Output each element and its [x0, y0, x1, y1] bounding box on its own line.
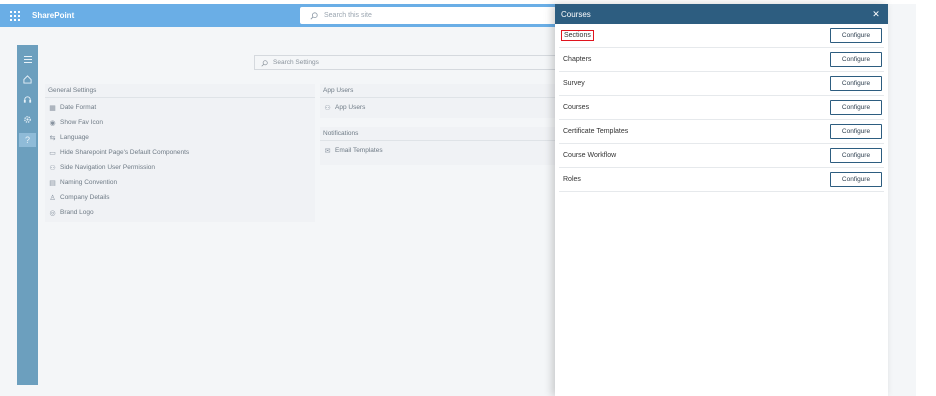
window-icon: ▭	[49, 149, 56, 157]
setting-brand-logo[interactable]: ◎ Brand Logo	[45, 205, 315, 220]
home-icon[interactable]	[22, 73, 34, 85]
setting-language[interactable]: ⇆ Language	[45, 130, 315, 145]
configure-chapters-button[interactable]: Configure	[830, 52, 882, 67]
config-row-chapters: Chapters Configure	[559, 48, 884, 72]
setting-side-navigation-permission[interactable]: ⚇ Side Navigation User Permission	[45, 160, 315, 175]
config-row-courses: Courses Configure	[559, 96, 884, 120]
settings-search-input[interactable]: Search Settings	[254, 55, 560, 70]
configure-course-workflow-button[interactable]: Configure	[830, 148, 882, 163]
eye-icon: ◉	[49, 119, 56, 127]
site-search-placeholder: Search this site	[324, 12, 372, 19]
config-row-label: Sections	[561, 30, 594, 41]
config-row-label: Courses	[563, 104, 590, 111]
config-row-course-workflow: Course Workflow Configure	[559, 144, 884, 168]
left-rail: ?	[17, 45, 38, 385]
courses-panel-title: Courses	[561, 9, 591, 19]
setting-date-format[interactable]: ▦ Date Format	[45, 100, 315, 115]
users-icon: ⚇	[49, 164, 56, 172]
language-icon: ⇆	[49, 134, 56, 142]
menu-icon[interactable]	[22, 53, 34, 65]
notifications-heading: Notifications	[320, 127, 555, 141]
settings-search-placeholder: Search Settings	[273, 59, 319, 66]
search-icon	[310, 7, 318, 25]
brand-title[interactable]: SharePoint	[32, 11, 74, 20]
calendar-icon: ▦	[49, 104, 56, 112]
configure-certificate-templates-button[interactable]: Configure	[830, 124, 882, 139]
config-row-sections: Sections Configure	[559, 24, 884, 48]
general-settings-panel: General Settings ▦ Date Format ◉ Show Fav …	[45, 84, 315, 222]
config-row-label: Course Workflow	[563, 152, 617, 159]
setting-hide-default-components[interactable]: ▭ Hide Sharepoint Page's Default Componen…	[45, 145, 315, 160]
config-row-roles: Roles Configure	[559, 168, 884, 192]
close-icon[interactable]: ✕	[870, 8, 882, 20]
config-row-label: Roles	[563, 176, 581, 183]
setting-naming-convention[interactable]: ▤ Naming Convention	[45, 175, 315, 190]
setting-email-templates[interactable]: ✉ Email Templates	[320, 143, 555, 158]
users-icon: ⚇	[324, 104, 331, 112]
config-row-label: Chapters	[563, 56, 592, 63]
configure-roles-button[interactable]: Configure	[830, 172, 882, 187]
general-settings-heading: General Settings	[45, 84, 315, 98]
configure-sections-button[interactable]: Configure	[830, 28, 882, 43]
courses-panel: Courses ✕ Sections Configure Chapters Co…	[555, 4, 888, 396]
courses-panel-header: Courses ✕	[555, 4, 888, 24]
site-search-input[interactable]: Search this site	[300, 7, 556, 24]
config-row-certificate-templates: Certificate Templates Configure	[559, 120, 884, 144]
app-launcher-icon[interactable]	[0, 4, 30, 27]
notifications-panel: Notifications ✉ Email Templates	[320, 127, 555, 165]
setting-show-fav-icon[interactable]: ◉ Show Fav Icon	[45, 115, 315, 130]
tag-icon: ▤	[49, 179, 56, 187]
search-icon	[261, 54, 268, 72]
app-users-heading: App Users	[320, 84, 555, 98]
config-row-survey: Survey Configure	[559, 72, 884, 96]
app-users-panel: App Users ⚇ App Users	[320, 84, 555, 118]
page-edge	[888, 4, 916, 396]
setting-company-details[interactable]: ♙ Company Details	[45, 190, 315, 205]
suite-bar: SharePoint Search this site	[0, 4, 556, 27]
setting-app-users[interactable]: ⚇ App Users	[320, 100, 555, 115]
company-icon: ♙	[49, 194, 56, 202]
courses-config-list: Sections Configure Chapters Configure Su…	[555, 24, 888, 192]
settings-icon[interactable]	[22, 113, 34, 125]
config-row-label: Certificate Templates	[563, 128, 629, 135]
configure-survey-button[interactable]: Configure	[830, 76, 882, 91]
help-icon[interactable]: ?	[19, 133, 36, 147]
config-row-label: Survey	[563, 80, 585, 87]
configure-courses-button[interactable]: Configure	[830, 100, 882, 115]
headset-icon[interactable]	[22, 93, 34, 105]
logo-icon: ◎	[49, 209, 56, 217]
email-icon: ✉	[324, 147, 331, 155]
